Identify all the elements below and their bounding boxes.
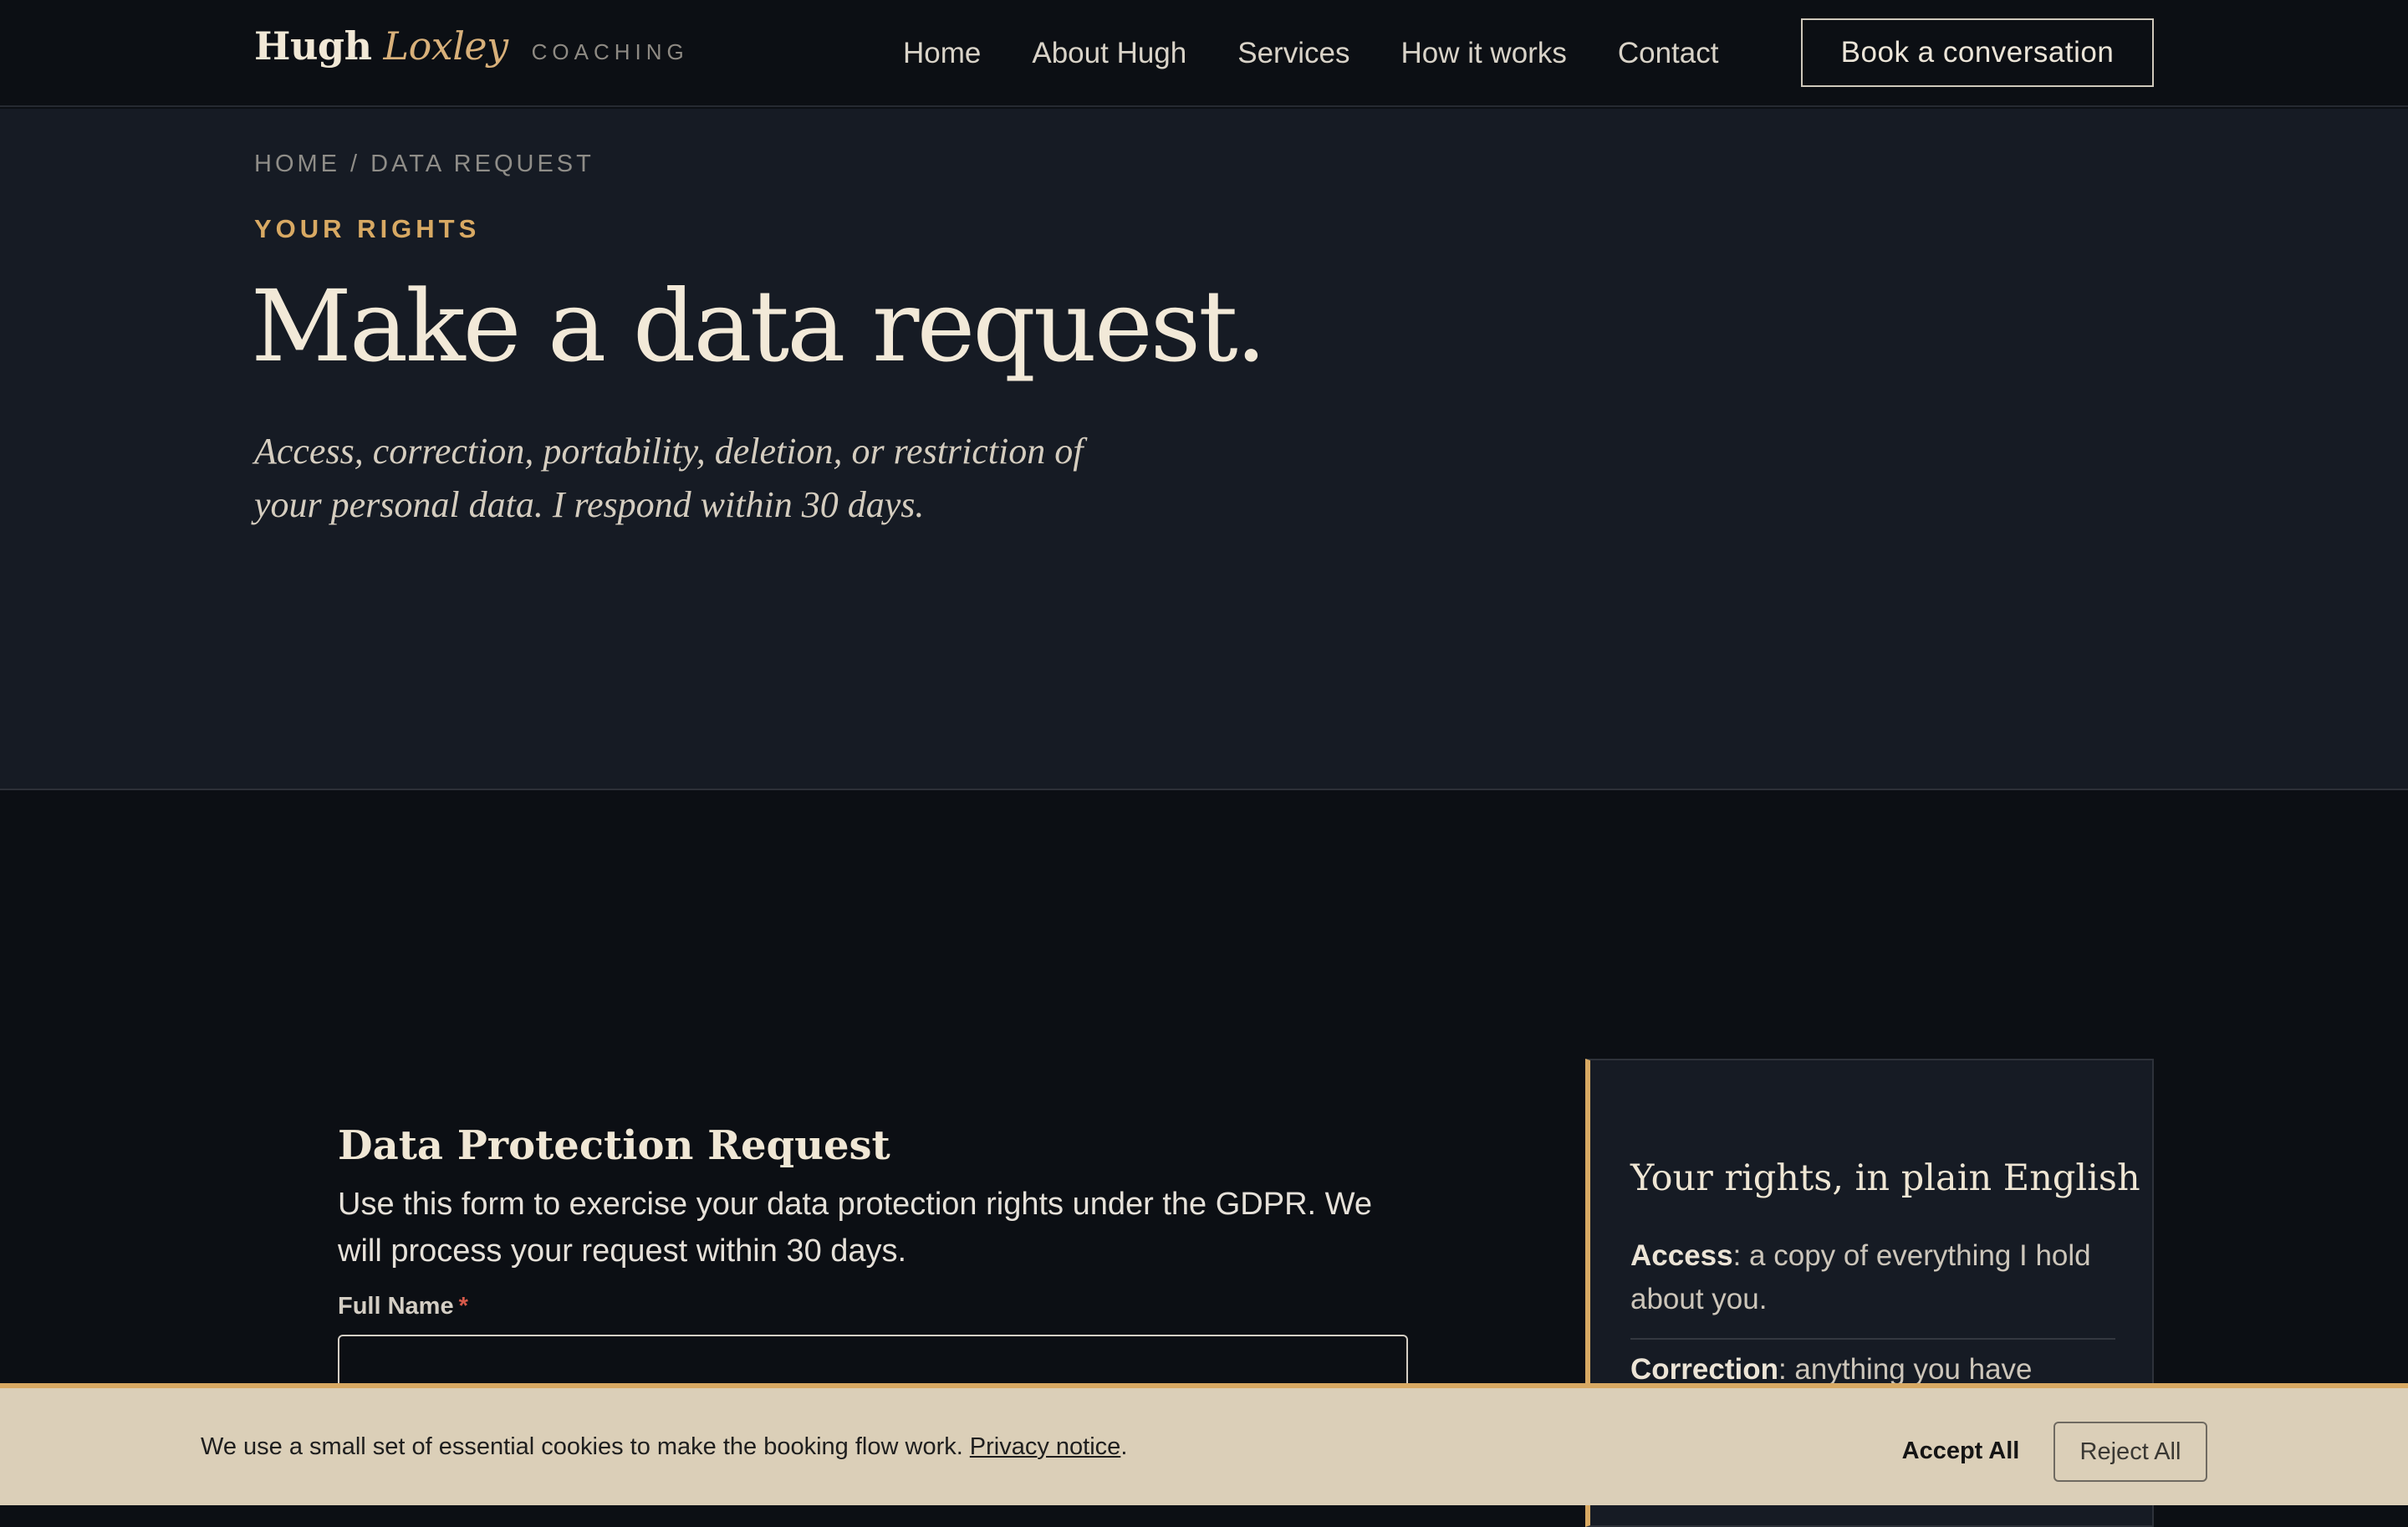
- nav-link-about[interactable]: About Hugh: [1032, 37, 1186, 70]
- nav-links: Home About Hugh Services How it works Co…: [903, 0, 1769, 107]
- nav-link-how-it-works[interactable]: How it works: [1400, 37, 1566, 70]
- cookie-text: We use a small set of essential cookies …: [201, 1433, 963, 1460]
- brand-first-name: Hugh: [254, 23, 372, 69]
- rights-title: Your rights, in plain English: [1630, 1157, 2140, 1199]
- cookie-message: We use a small set of essential cookies …: [201, 1388, 1127, 1505]
- page-title: Make a data request.: [251, 268, 1267, 384]
- cookie-period: .: [1120, 1433, 1128, 1460]
- full-name-label-text: Full Name: [338, 1293, 454, 1320]
- top-nav: Hugh Loxley COACHING Home About Hugh Ser…: [0, 0, 2408, 107]
- right-term-access: Access: [1630, 1239, 1733, 1272]
- nav-link-contact[interactable]: Contact: [1618, 37, 1719, 70]
- nav-link-home[interactable]: Home: [903, 37, 981, 70]
- brand-tagline: COACHING: [531, 39, 689, 64]
- form-description: Use this form to exercise your data prot…: [338, 1187, 1372, 1269]
- breadcrumb: HOME / DATA REQUEST: [254, 151, 594, 177]
- privacy-notice-link[interactable]: Privacy notice: [970, 1433, 1121, 1461]
- book-conversation-button[interactable]: Book a conversation: [1801, 18, 2154, 87]
- form-title: Data Protection Request: [338, 1122, 890, 1169]
- right-desc-correction: : anything you have: [1778, 1353, 2033, 1386]
- full-name-label: Full Name *: [338, 1293, 468, 1320]
- rights-divider: [1630, 1338, 2115, 1340]
- right-item-access: Access: a copy of everything I hold abou…: [1630, 1234, 2115, 1321]
- required-mark: *: [458, 1293, 468, 1320]
- brand-last-name: Loxley: [383, 23, 509, 69]
- right-term-correction: Correction: [1630, 1353, 1778, 1386]
- accept-all-button[interactable]: Accept All: [1881, 1422, 2040, 1480]
- brand-logo[interactable]: Hugh Loxley COACHING: [254, 23, 689, 82]
- hero-eyebrow: YOUR RIGHTS: [254, 214, 481, 243]
- cookie-banner: We use a small set of essential cookies …: [0, 1383, 2408, 1505]
- nav-link-services[interactable]: Services: [1237, 37, 1349, 70]
- reject-all-button[interactable]: Reject All: [2053, 1422, 2207, 1482]
- hero-subtitle: Access, correction, portability, deletio…: [254, 431, 1084, 525]
